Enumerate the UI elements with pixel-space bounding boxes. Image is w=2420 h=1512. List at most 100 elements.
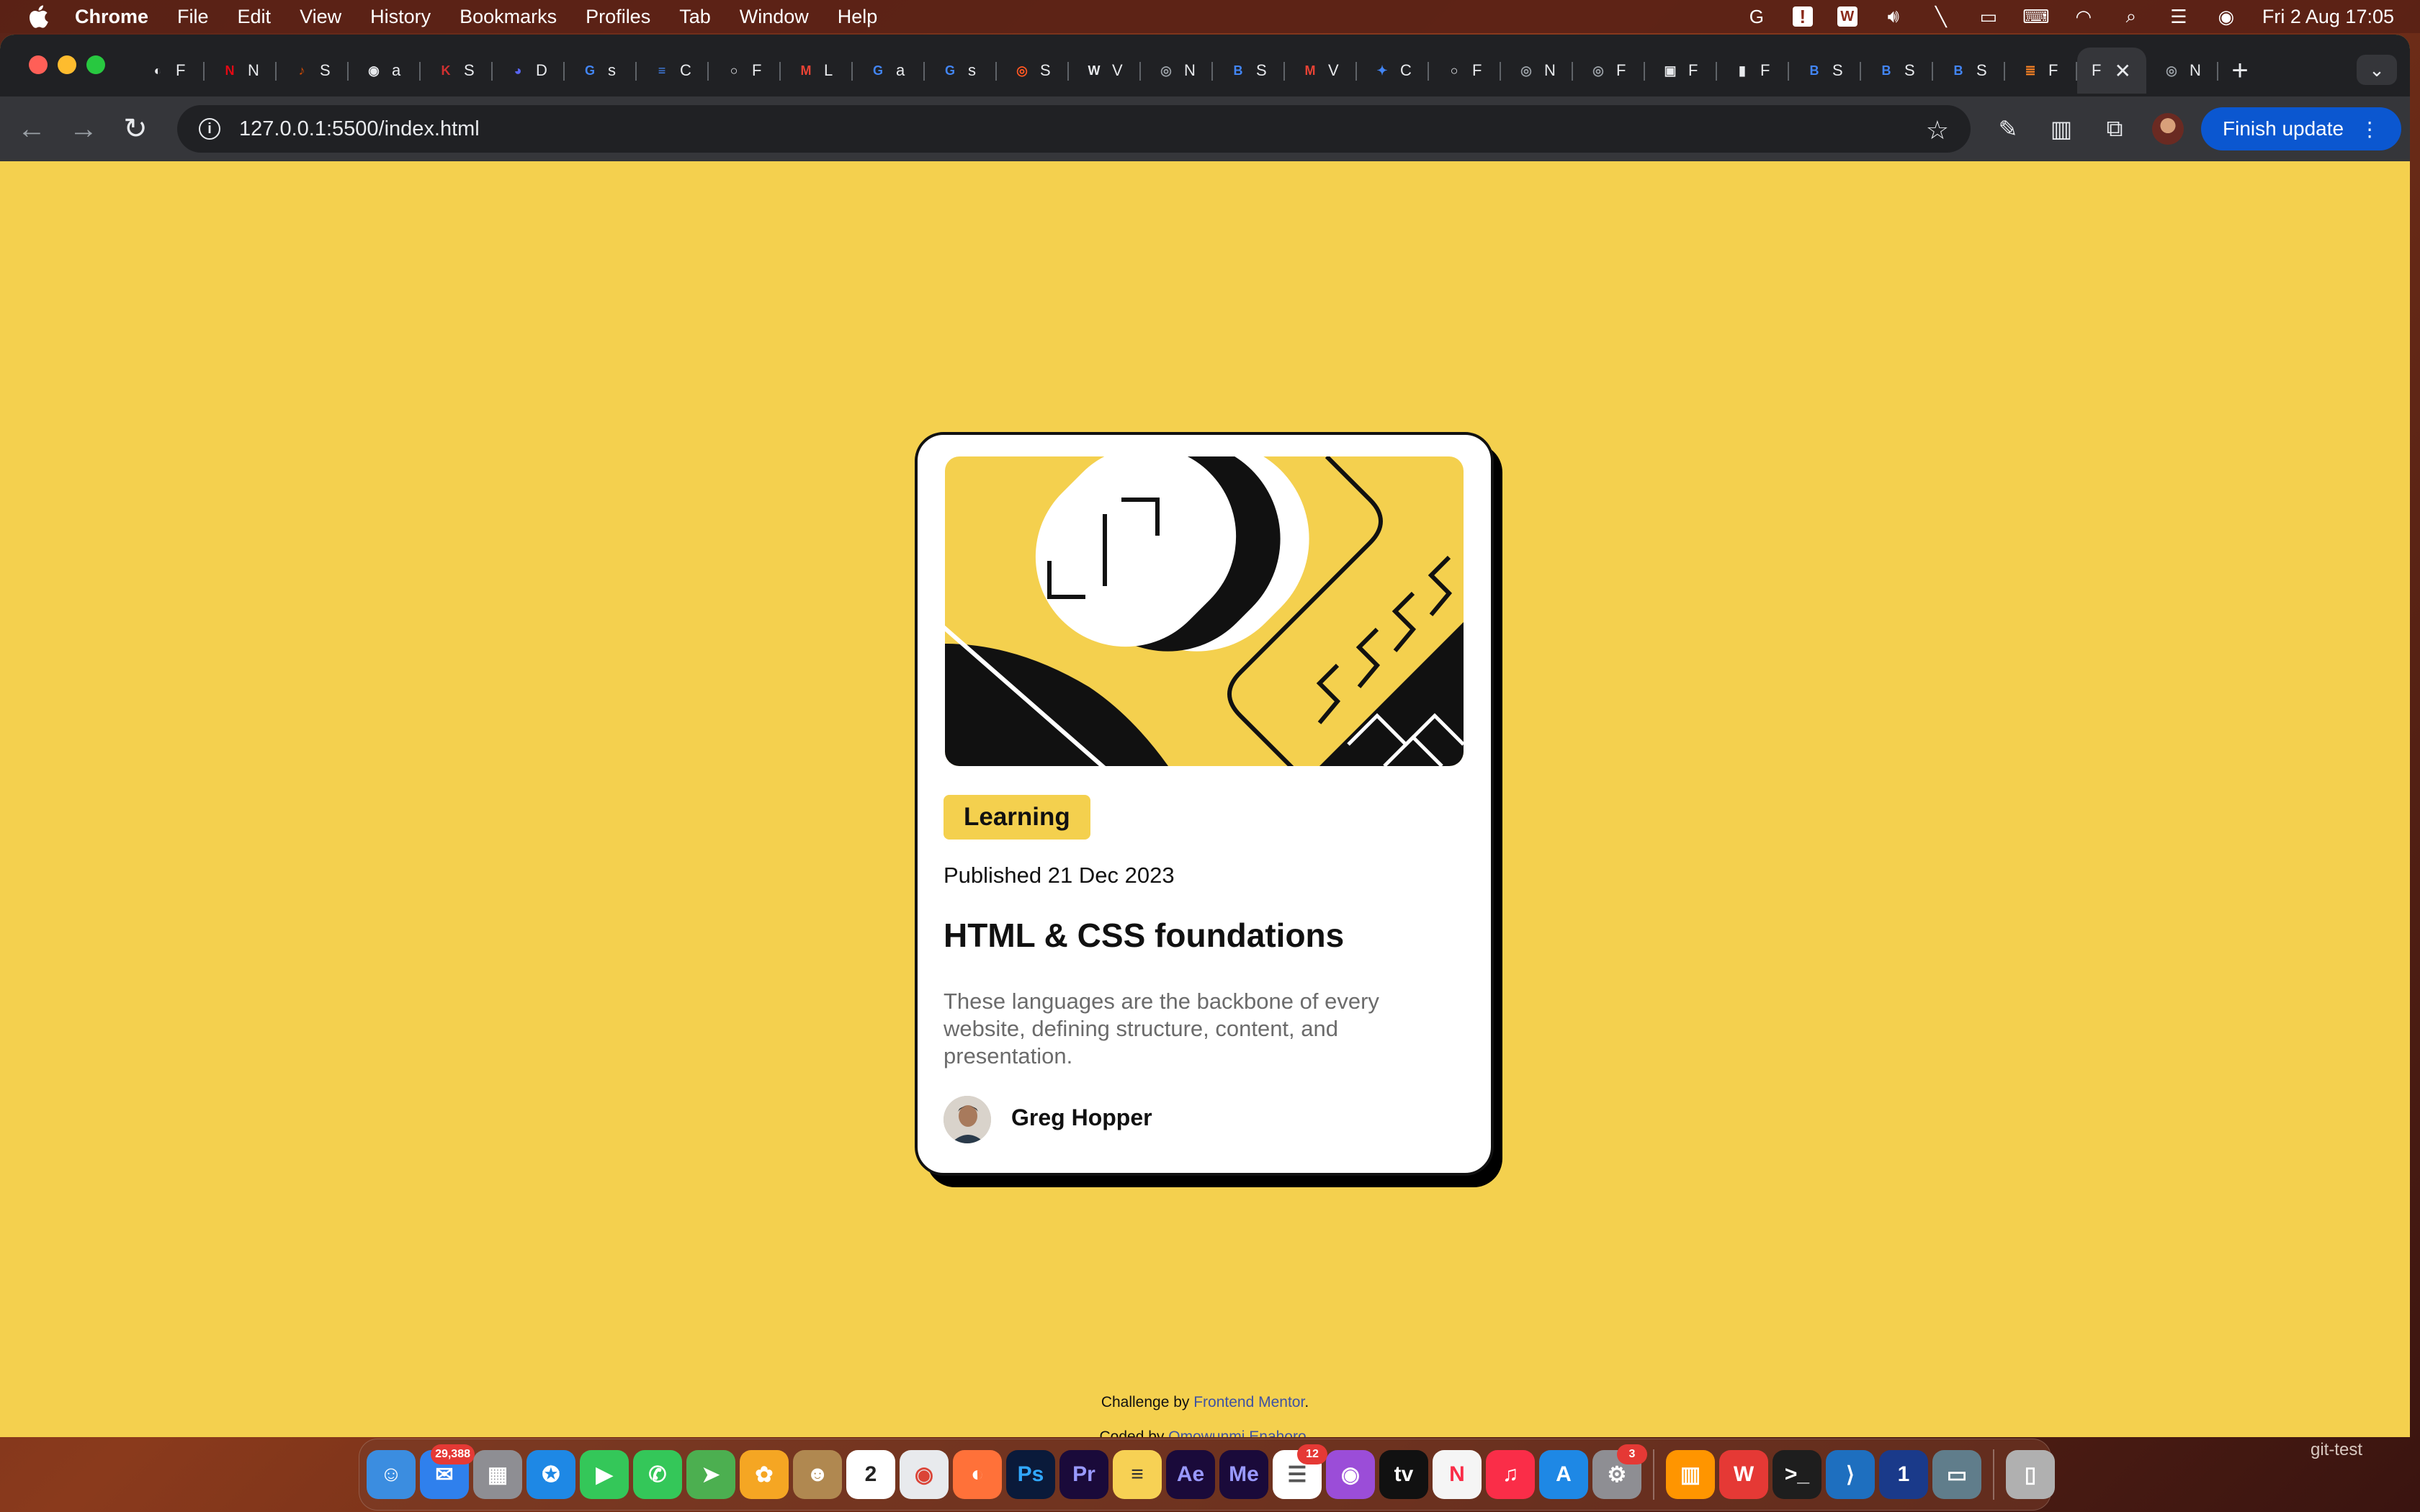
dock-finder-icon[interactable]: ☺ bbox=[367, 1450, 416, 1499]
tab-search-button[interactable]: ⌄ bbox=[2357, 55, 2397, 85]
dock-photos-icon[interactable]: ✿ bbox=[740, 1450, 789, 1499]
reader-extension-icon[interactable]: ▥ bbox=[2045, 113, 2077, 145]
minimize-window-button[interactable] bbox=[58, 55, 76, 74]
new-tab-button[interactable]: + bbox=[2218, 48, 2262, 94]
siri-icon[interactable]: ◉ bbox=[2215, 6, 2238, 27]
bookmark-star-icon[interactable]: ☆ bbox=[1926, 115, 1949, 145]
dock-preview-icon[interactable]: ▭ bbox=[1932, 1450, 1981, 1499]
author-link[interactable]: Omowunmi Enahoro bbox=[1168, 1428, 1306, 1437]
address-bar[interactable]: i 127.0.0.1:5500/index.html ☆ bbox=[177, 105, 1971, 153]
dock-music-icon[interactable]: ♫ bbox=[1486, 1450, 1535, 1499]
tab-6[interactable]: Gs bbox=[565, 48, 637, 94]
tab-17[interactable]: ✦ C bbox=[1357, 48, 1429, 94]
tab-2[interactable]: ♪ S bbox=[277, 48, 349, 94]
extensions-puzzle-icon[interactable]: ⧉ bbox=[2099, 113, 2130, 145]
menu-app-name[interactable]: Chrome bbox=[75, 6, 148, 28]
dock-apple-tv-icon[interactable]: tv bbox=[1379, 1450, 1428, 1499]
dock-after-effects-icon[interactable]: Ae bbox=[1166, 1450, 1215, 1499]
tab-22[interactable]: ▮ F bbox=[1717, 48, 1789, 94]
menu-history[interactable]: History bbox=[370, 6, 431, 28]
menu-view[interactable]: View bbox=[300, 6, 341, 28]
tab-25[interactable]: BS bbox=[1933, 48, 2005, 94]
dock-vscode-icon[interactable]: ⟩ bbox=[1826, 1450, 1875, 1499]
finish-update-button[interactable]: Finish update ⋮ bbox=[2201, 107, 2402, 150]
tab-21[interactable]: ▣ F bbox=[1645, 48, 1717, 94]
dock-reminders-icon[interactable]: ☰ 12 bbox=[1273, 1444, 1327, 1499]
menu-bookmarks[interactable]: Bookmarks bbox=[460, 6, 557, 28]
tab-11[interactable]: Gs bbox=[925, 48, 997, 94]
alert-icon[interactable]: ! bbox=[1792, 6, 1813, 27]
close-window-button[interactable] bbox=[29, 55, 48, 74]
dock-photoshop-icon[interactable]: Ps bbox=[1006, 1450, 1055, 1499]
menu-file[interactable]: File bbox=[177, 6, 209, 28]
spotlight-icon[interactable]: ⌕ bbox=[2120, 5, 2143, 27]
back-button[interactable]: ← bbox=[6, 103, 58, 155]
dock-premiere-icon[interactable]: Pr bbox=[1059, 1450, 1108, 1499]
tab-20[interactable]: ◎ F bbox=[1573, 48, 1645, 94]
menu-help[interactable]: Help bbox=[838, 6, 878, 28]
menu-bar-clock[interactable]: Fri 2 Aug 17:05 bbox=[2262, 6, 2394, 28]
menu-profiles[interactable]: Profiles bbox=[586, 6, 650, 28]
dock-notes-icon[interactable]: ≡ bbox=[1113, 1450, 1162, 1499]
dock-system-settings-icon[interactable]: ⚙ 3 bbox=[1592, 1444, 1647, 1499]
tab-9[interactable]: ML bbox=[781, 48, 853, 94]
eyedropper-extension-icon[interactable]: ✎ bbox=[1992, 113, 2024, 145]
tab-18[interactable]: ○ F bbox=[1429, 48, 1501, 94]
battery-icon[interactable]: ▭ bbox=[1977, 6, 2000, 27]
forward-button[interactable]: → bbox=[58, 103, 109, 155]
tab-after-0[interactable]: ◎ N bbox=[2146, 48, 2218, 94]
dock-chrome-icon[interactable]: ◉ bbox=[900, 1450, 949, 1499]
dock-trash-icon[interactable]: ▯ bbox=[2006, 1450, 2055, 1499]
tab-1[interactable]: NN bbox=[205, 48, 277, 94]
control-center-icon[interactable]: ☰ bbox=[2167, 6, 2190, 27]
dock-maps-icon[interactable]: ➤ bbox=[686, 1450, 735, 1499]
dock-wps-office-icon[interactable]: W bbox=[1719, 1450, 1768, 1499]
tab-3[interactable]: ◉ a bbox=[349, 48, 421, 94]
tab-5[interactable]: ◕ D bbox=[493, 48, 565, 94]
dock-1password-icon[interactable]: 1 bbox=[1879, 1450, 1928, 1499]
profile-avatar[interactable] bbox=[2152, 113, 2184, 145]
dock-books-icon[interactable]: ▥ bbox=[1666, 1450, 1715, 1499]
tab-19[interactable]: ◎ N bbox=[1501, 48, 1573, 94]
tab-16[interactable]: MV bbox=[1285, 48, 1357, 94]
menu-edit[interactable]: Edit bbox=[238, 6, 272, 28]
tab-23[interactable]: BS bbox=[1789, 48, 1861, 94]
reload-button[interactable]: ↻ bbox=[109, 103, 161, 155]
volume-icon[interactable]: 🔊︎ bbox=[1882, 5, 1905, 27]
url-text[interactable]: 127.0.0.1:5500/index.html bbox=[239, 117, 480, 141]
tab-13[interactable]: WV bbox=[1069, 48, 1141, 94]
dock-firefox-icon[interactable]: ◐ bbox=[953, 1450, 1002, 1499]
site-info-icon[interactable]: i bbox=[199, 118, 220, 140]
tab-0[interactable]: ◐ F bbox=[133, 48, 205, 94]
tab-8[interactable]: ○ F bbox=[709, 48, 781, 94]
tab-12[interactable]: ◎ S bbox=[997, 48, 1069, 94]
tab-24[interactable]: BS bbox=[1861, 48, 1933, 94]
tab-4[interactable]: KS bbox=[421, 48, 493, 94]
dock-messages-icon[interactable]: ✆ bbox=[633, 1450, 682, 1499]
menu-tab[interactable]: Tab bbox=[679, 6, 711, 28]
pen-icon[interactable]: ╲ bbox=[1930, 6, 1953, 27]
frontend-mentor-link[interactable]: Frontend Mentor bbox=[1193, 1394, 1304, 1410]
dock-podcasts-icon[interactable]: ◉ bbox=[1326, 1450, 1375, 1499]
tab-7[interactable]: ≡ C bbox=[637, 48, 709, 94]
apple-menu-icon[interactable] bbox=[27, 4, 49, 29]
dock-calendar-icon[interactable]: 2 bbox=[846, 1450, 895, 1499]
dock-launchpad-icon[interactable]: ▦ bbox=[473, 1450, 522, 1499]
tab-10[interactable]: Ga bbox=[853, 48, 925, 94]
wifi-icon[interactable]: ◠ bbox=[2072, 6, 2095, 27]
desktop-folder-label[interactable]: git-test bbox=[2311, 1440, 2362, 1460]
close-tab-icon[interactable]: ✕ bbox=[2114, 59, 2130, 83]
word-icon[interactable]: W bbox=[1837, 6, 1857, 27]
card-title[interactable]: HTML & CSS foundations bbox=[944, 916, 1344, 955]
tab-14[interactable]: ◎ N bbox=[1141, 48, 1213, 94]
grammarly-icon[interactable]: G bbox=[1745, 6, 1768, 27]
tab-active[interactable]: F ✕ bbox=[2077, 48, 2146, 94]
dock-mail-icon[interactable]: ✉ 29,388 bbox=[420, 1444, 475, 1499]
zoom-window-button[interactable] bbox=[86, 55, 105, 74]
dock-facetime-icon[interactable]: ▶ bbox=[580, 1450, 629, 1499]
dock-news-icon[interactable]: N bbox=[1433, 1450, 1482, 1499]
dock-contacts-icon[interactable]: ☻ bbox=[793, 1450, 842, 1499]
dock-app-store-icon[interactable]: A bbox=[1539, 1450, 1588, 1499]
tab-26[interactable]: ≣ F bbox=[2005, 48, 2077, 94]
menu-window[interactable]: Window bbox=[740, 6, 809, 28]
